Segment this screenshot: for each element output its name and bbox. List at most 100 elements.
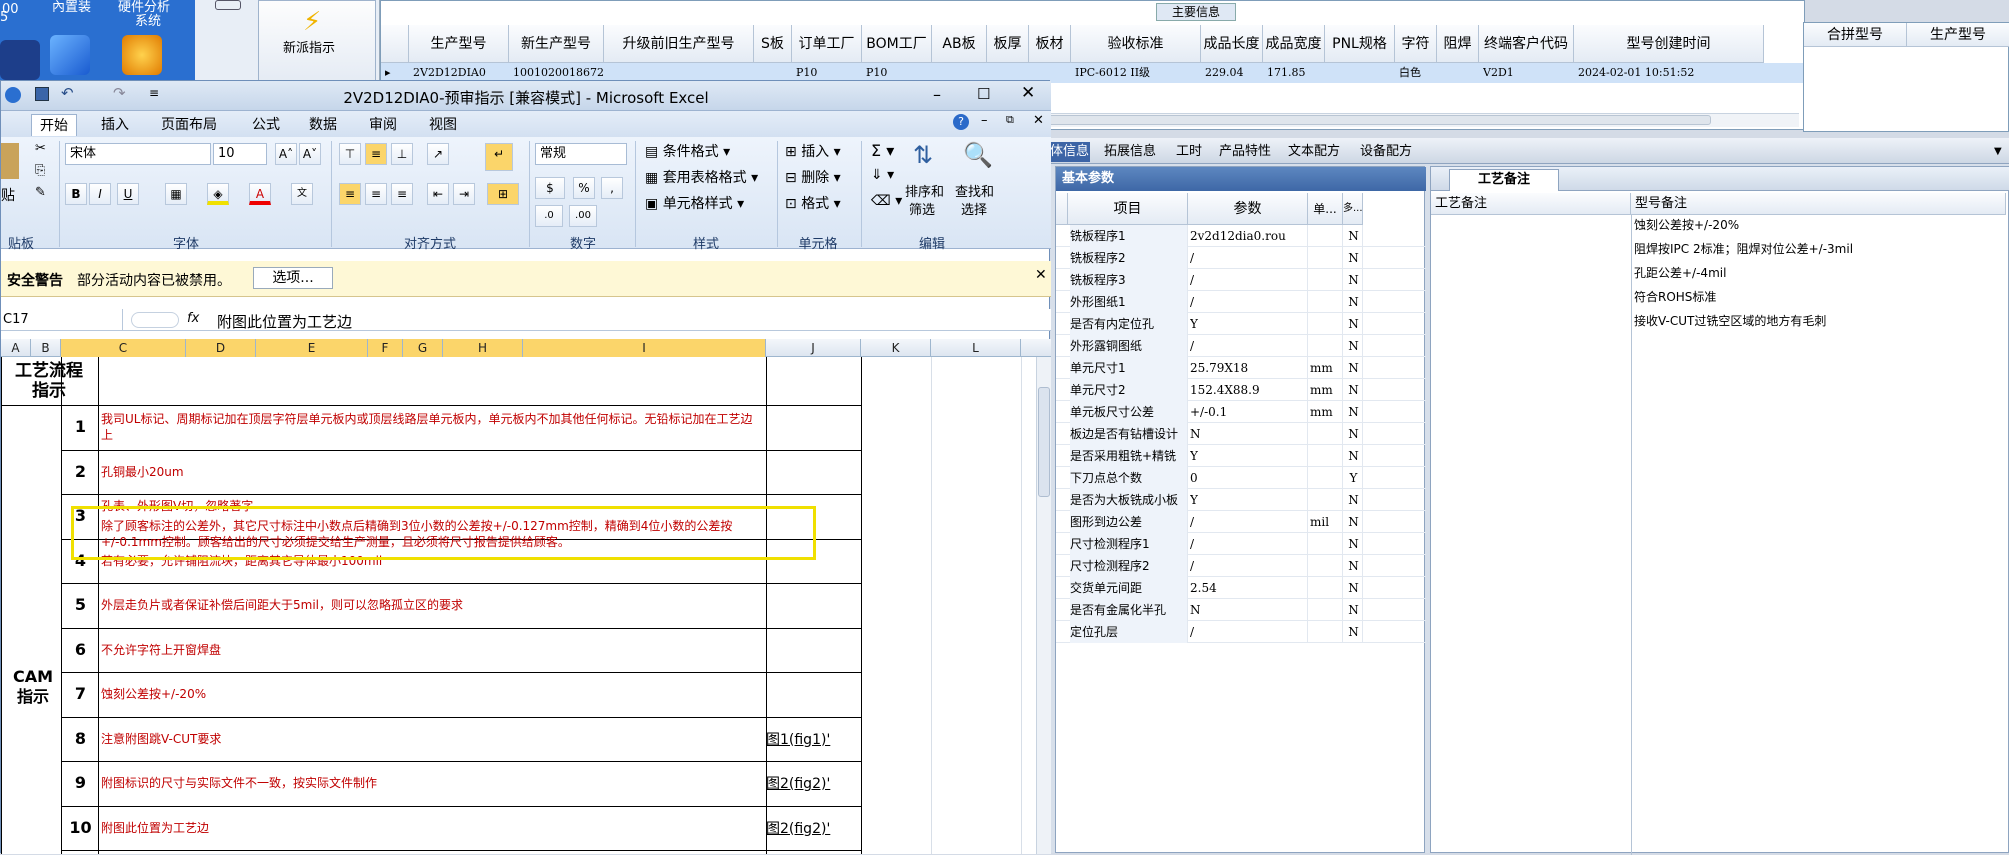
tab-craft-notes[interactable]: 工艺备注: [1449, 169, 1559, 191]
increase-decimal-icon[interactable]: .0: [535, 205, 563, 227]
main-header[interactable]: 型号创建时间: [1574, 25, 1764, 63]
decrease-decimal-icon[interactable]: .00: [569, 205, 597, 227]
main-header[interactable]: 验收标准: [1071, 25, 1201, 63]
step-text[interactable]: 外层走负片或者保证补偿后间距大于5mil，则可以忽略孤立区的要求: [101, 597, 761, 613]
param-row[interactable]: 单元尺寸1 25.79X18 mm N: [1056, 357, 1426, 379]
main-header[interactable]: 生产型号: [409, 25, 509, 63]
main-header[interactable]: 板厚: [987, 25, 1029, 63]
number-format-box[interactable]: 常规: [535, 143, 627, 165]
main-header[interactable]: BOM工厂: [862, 25, 932, 63]
shrink-font-icon[interactable]: A˅: [299, 143, 321, 165]
param-row[interactable]: 下刀点总个数 0 Y: [1056, 467, 1426, 489]
merge-center-icon[interactable]: ⊞: [487, 183, 519, 205]
delete-cell-button[interactable]: ⊟ 删除 ▾: [785, 167, 841, 187]
worksheet-grid[interactable]: 工艺流程指示 CAM指示 1 我司UL标记、周期标记加在顶层字符层单元板内或顶层线路层…: [1, 357, 1036, 854]
ribbon-restore-button[interactable]: ⧉: [1006, 113, 1014, 127]
main-header[interactable]: 新生产型号: [509, 25, 604, 63]
format-painter-icon[interactable]: ✎: [35, 185, 46, 200]
main-cell[interactable]: 2024-02-01 10:51:52: [1578, 63, 1764, 83]
sort-filter-label[interactable]: 排序和: [905, 181, 944, 200]
param-row[interactable]: 是否为大板铣成小板 Y N: [1056, 489, 1426, 511]
param-row[interactable]: 尺寸检测程序2/ N: [1056, 555, 1426, 577]
align-left-icon[interactable]: ≡: [339, 183, 361, 205]
desktop-app-icon[interactable]: [122, 35, 162, 75]
formula-toggle[interactable]: [131, 312, 179, 328]
main-header[interactable]: 板材: [1029, 25, 1071, 63]
column-header[interactable]: J: [766, 339, 861, 357]
param-row[interactable]: 交货单元间距 2.54 N: [1056, 577, 1426, 599]
tab-page-layout[interactable]: 页面布局: [153, 114, 225, 136]
main-cell[interactable]: 171.85: [1267, 63, 1325, 83]
main-header[interactable]: 成品长度: [1201, 25, 1263, 63]
tab-extended-info[interactable]: 拓展信息: [1104, 142, 1156, 162]
tab-product-features[interactable]: 产品特性: [1219, 142, 1271, 162]
align-middle-icon[interactable]: ≡: [365, 143, 387, 165]
autosum-icon[interactable]: Σ ▾: [871, 141, 894, 160]
phonetic-icon[interactable]: 文: [291, 183, 313, 205]
find-select-label-2[interactable]: 选择: [961, 199, 987, 218]
step-text[interactable]: 附图此位置为工艺边: [101, 820, 761, 836]
step-text[interactable]: 孔铜最小20um: [101, 464, 761, 480]
main-header[interactable]: 终端客户代码: [1479, 25, 1574, 63]
cut-icon[interactable]: ✂: [35, 141, 46, 156]
format-cell-button[interactable]: ⊡ 格式 ▾: [785, 193, 841, 213]
find-select-label[interactable]: 查找和: [955, 181, 994, 200]
param-row[interactable]: 外形露铜图纸 / N: [1056, 335, 1426, 357]
grow-font-icon[interactable]: A˄: [275, 143, 297, 165]
main-header[interactable]: PNL规格: [1325, 25, 1395, 63]
close-icon[interactable]: ✕: [1035, 267, 1047, 283]
font-name-box[interactable]: 宋体: [65, 143, 211, 165]
column-header[interactable]: I: [523, 339, 766, 357]
conditional-format-button[interactable]: ▤ 条件格式 ▾: [645, 141, 730, 161]
step-text[interactable]: 蚀刻公差按+/-20%: [101, 686, 761, 702]
param-row[interactable]: 单元板尺寸公差 +/-0.1 mm N: [1056, 401, 1426, 423]
tab-formulas[interactable]: 公式: [244, 114, 288, 136]
step-text[interactable]: 我司UL标记、周期标记加在顶层字符层单元板内或顶层线路层单元板内，单元板内不加其…: [101, 411, 761, 443]
percent-icon[interactable]: %: [573, 177, 595, 199]
table-format-button[interactable]: ▦ 套用表格格式 ▾: [645, 167, 758, 187]
column-header[interactable]: F: [368, 339, 403, 357]
name-box[interactable]: C17: [3, 309, 123, 331]
main-header[interactable]: 阻焊: [1437, 25, 1479, 63]
orientation-icon[interactable]: ↗: [427, 143, 449, 165]
tab-home[interactable]: 开始: [31, 114, 77, 136]
scroll-thumb[interactable]: [1038, 387, 1050, 497]
tab-view[interactable]: 视图: [421, 114, 465, 136]
sort-filter-icon[interactable]: ⇅: [913, 141, 933, 169]
bold-button[interactable]: B: [65, 183, 87, 205]
param-row[interactable]: 铣板程序3/ N: [1056, 269, 1426, 291]
copy-icon[interactable]: ⎘: [35, 163, 45, 178]
increase-indent-icon[interactable]: ⇥: [453, 183, 475, 205]
column-header[interactable]: H: [443, 339, 523, 357]
minimize-button[interactable]: –: [933, 85, 941, 104]
align-right-icon[interactable]: ≡: [391, 183, 413, 205]
paste-icon[interactable]: [1, 143, 19, 179]
tab-insert[interactable]: 插入: [93, 114, 137, 136]
main-cell[interactable]: IPC-6012 II级: [1075, 63, 1201, 83]
help-icon[interactable]: ?: [953, 114, 969, 130]
font-size-box[interactable]: 10: [213, 143, 267, 165]
figure-link[interactable]: 图2(fig2)': [766, 818, 830, 838]
find-select-icon[interactable]: 🔍: [963, 141, 993, 169]
tab-basic-info[interactable]: 体信息: [1048, 142, 1090, 162]
paste-label[interactable]: 贴: [1, 185, 15, 205]
clear-icon[interactable]: ⌫ ▾: [871, 193, 902, 209]
main-header[interactable]: S板: [754, 25, 792, 63]
column-header[interactable]: C: [61, 339, 186, 357]
main-header[interactable]: 字符: [1395, 25, 1437, 63]
step-text[interactable]: 附图标识的尺寸与实际文件不一致，按实际文件制作: [101, 775, 761, 791]
param-row[interactable]: 是否有内定位孔 Y N: [1056, 313, 1426, 335]
tab-text-recipe[interactable]: 文本配方: [1288, 142, 1340, 162]
param-row[interactable]: 板边是否有钻槽设计 N N: [1056, 423, 1426, 445]
main-cell[interactable]: [1329, 63, 1395, 83]
decrease-indent-icon[interactable]: ⇤: [427, 183, 449, 205]
param-row[interactable]: 图形到边公差 / mil N: [1056, 511, 1426, 533]
tab-device-recipe[interactable]: 设备配方: [1360, 142, 1412, 162]
column-header[interactable]: K: [861, 339, 931, 357]
param-row[interactable]: 铣板程序1 2v2d12dia0.rou N: [1056, 225, 1426, 247]
tab-review[interactable]: 审阅: [361, 114, 405, 136]
tab-hours[interactable]: 工时: [1176, 142, 1202, 162]
column-header[interactable]: G: [403, 339, 443, 357]
desktop-app-icon[interactable]: [50, 35, 90, 75]
param-row[interactable]: 是否采用粗铣+精铣 Y N: [1056, 445, 1426, 467]
